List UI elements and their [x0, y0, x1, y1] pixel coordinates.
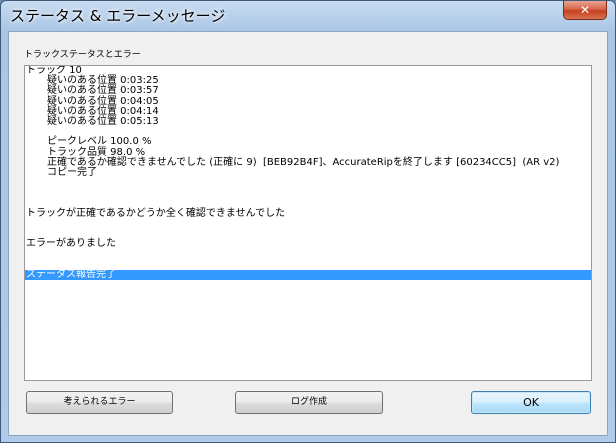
log-line[interactable] — [25, 188, 591, 198]
close-button[interactable]: ✕ — [563, 1, 607, 20]
log-line[interactable]: コピー完了 — [25, 167, 591, 178]
possible-errors-button[interactable]: 考えられるエラー — [26, 391, 173, 414]
log-line[interactable]: 疑いのある位置 0:05:13 — [25, 116, 591, 127]
log-line[interactable]: 正確であるか確認できませんでした (正確に 9) [BEB92B4F]、Accu… — [25, 157, 591, 168]
create-log-button[interactable]: ログ作成 — [235, 391, 383, 414]
dialog-client-area: トラックステータスとエラー トラック 10 疑いのある位置 0:03:25 疑いのあ… — [8, 31, 608, 436]
section-label: トラックステータスとエラー — [24, 50, 141, 60]
log-line[interactable] — [25, 249, 591, 259]
log-line-selected[interactable]: ステータス報告完了 — [25, 269, 591, 280]
ok-button[interactable]: OK — [471, 391, 591, 414]
log-line[interactable] — [25, 219, 591, 229]
status-log-list[interactable]: トラック 10 疑いのある位置 0:03:25 疑いのある位置 0:03:57 疑いの… — [24, 65, 592, 381]
log-line[interactable] — [25, 178, 591, 188]
log-line[interactable]: エラーがありました — [25, 238, 591, 249]
window-title: ステータス & エラーメッセージ — [10, 7, 226, 25]
log-line[interactable]: トラックが正確であるかどうか全く確認できませんでした — [25, 208, 591, 219]
close-icon: ✕ — [579, 3, 591, 17]
title-bar[interactable]: ステータス & エラーメッセージ ✕ — [1, 1, 615, 31]
log-line[interactable]: ピークレベル 100.0 % — [25, 137, 591, 147]
status-error-dialog: ステータス & エラーメッセージ ✕ トラックステータスとエラー トラック 10… — [0, 0, 616, 443]
